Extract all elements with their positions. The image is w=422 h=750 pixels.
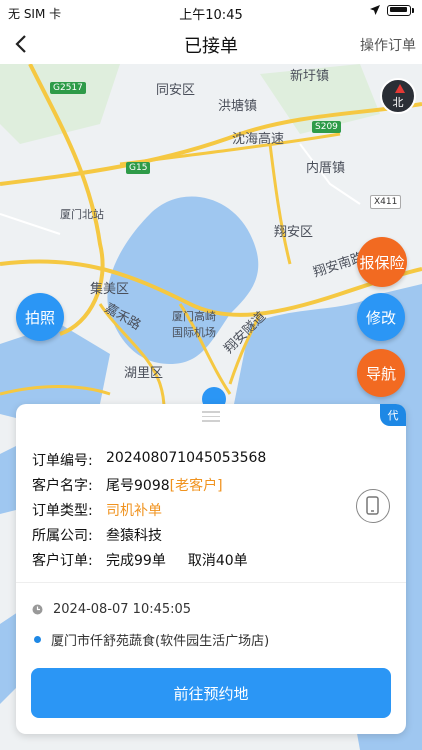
map-label-xinxu: 新圩镇 [290, 69, 330, 84]
page-title: 已接单 [184, 36, 238, 57]
location-dot-icon [34, 636, 41, 643]
completed-orders-value: 完成99单 [106, 553, 166, 569]
customer-orders-label: 客户订单: [32, 553, 93, 569]
order-number-value: 202408071045053568 [106, 450, 267, 466]
map-label-xiamen-north: 厦门北站 [60, 208, 104, 221]
status-bar: 无 SIM 卡 上午10:45 [0, 0, 422, 24]
phone-icon [366, 496, 379, 515]
photo-button[interactable]: 拍照 [16, 293, 64, 341]
location-arrow-icon [370, 5, 380, 15]
clock-icon [32, 604, 43, 615]
drag-handle-icon[interactable] [202, 411, 220, 425]
customer-name-row: 客户名字: 尾号9098 [老客户] [32, 475, 266, 500]
company-value: 叁猿科技 [106, 528, 162, 544]
operate-order-button[interactable]: 操作订单 [360, 35, 416, 55]
order-type-label: 订单类型: [32, 503, 93, 519]
navigation-bar: 已接单 操作订单 [0, 24, 422, 64]
map-label-huli: 湖里区 [124, 366, 164, 381]
modify-button[interactable]: 修改 [357, 293, 405, 341]
navigate-button[interactable]: 导航 [357, 349, 405, 397]
map-label-shenhai: 沈海高速 [232, 132, 285, 147]
road-badge-g15: G15 [126, 162, 151, 174]
cancelled-orders-value: 取消40单 [187, 553, 248, 569]
order-card: 代 订单编号: 202408071045053568 客户名字: 尾号9098 … [16, 404, 406, 734]
map-label-hongtang: 洪塘镇 [218, 99, 258, 114]
order-address-row: 厦门市仟舒苑蔬食(软件园生活广场店) [32, 630, 269, 649]
order-type-value: 司机补单 [106, 503, 162, 519]
go-to-pickup-button[interactable]: 前往预约地 [31, 668, 391, 718]
insurance-button[interactable]: 报保险 [357, 237, 407, 287]
order-number-row: 订单编号: 202408071045053568 [32, 450, 266, 475]
status-time: 上午10:45 [179, 8, 243, 23]
order-type-row: 订单类型: 司机补单 [32, 500, 266, 525]
road-badge-g2517: G2517 [50, 82, 86, 94]
compass-arrow [395, 84, 405, 93]
company-label: 所属公司: [32, 528, 93, 544]
status-icons [369, 4, 414, 16]
customer-name-label: 客户名字: [32, 478, 93, 494]
customer-name-value: 尾号9098 [106, 478, 170, 494]
proxy-badge: 代 [380, 404, 406, 426]
order-time: 2024-08-07 10:45:05 [53, 602, 192, 617]
customer-orders-row: 客户订单: 完成99单 取消40单 [32, 550, 266, 575]
compass-label: 北 [392, 96, 404, 109]
map-label-airport: 厦门高崎国际机场 [172, 310, 216, 339]
order-info: 订单编号: 202408071045053568 客户名字: 尾号9098 [老… [32, 450, 266, 575]
order-address: 厦门市仟舒苑蔬食(软件园生活广场店) [51, 634, 270, 649]
order-number-label: 订单编号: [32, 453, 93, 469]
map-label-jimei: 集美区 [90, 282, 130, 297]
map-label-neicuo: 内厝镇 [306, 161, 346, 176]
company-row: 所属公司: 叁猿科技 [32, 525, 266, 550]
order-time-row: 2024-08-07 10:45:05 [32, 602, 191, 617]
old-customer-tag: [老客户] [169, 478, 223, 494]
map-label-xiangan: 翔安区 [274, 225, 314, 240]
phone-button[interactable] [356, 489, 390, 523]
map-label-tongan: 同安区 [156, 83, 196, 98]
battery-icon [387, 4, 411, 16]
compass-icon[interactable]: 北 [380, 78, 416, 114]
battery-cap [412, 7, 414, 13]
road-badge-s209: S209 [312, 121, 341, 133]
road-badge-x411: X411 [370, 195, 402, 209]
card-divider [16, 582, 406, 583]
